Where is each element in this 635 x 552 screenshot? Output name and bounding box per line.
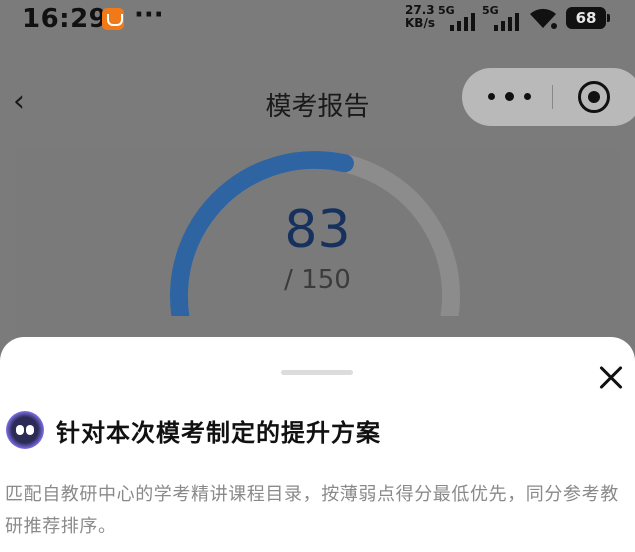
shopping-app-icon [102,8,124,30]
capsule-divider [552,85,553,109]
ai-robot-icon [6,411,44,449]
signal-icon: 5G [438,4,478,31]
status-bar: 16:29 ··· 27.3 KB/s 5G 5G 68 [0,0,635,40]
status-time: 16:29 [22,4,108,34]
notification-more-icon: ··· [134,0,164,30]
improvement-plan-sheet: 针对本次模考制定的提升方案 匹配自教研中心的学考精讲课程目录，按薄弱点得分最低优… [0,337,635,552]
battery-icon: 68 [566,7,610,29]
more-options-icon[interactable] [488,85,534,109]
plan-description: 匹配自教研中心的学考精讲课程目录，按薄弱点得分最低优先，同分参考教研推荐排序。 [5,484,619,537]
score-total: / 150 [284,265,351,295]
sheet-drag-handle[interactable] [281,370,353,375]
mini-program-capsule [462,68,635,126]
close-mini-program-icon[interactable] [578,81,610,113]
signal-icon-2: 5G [482,4,522,31]
score-value: 83 [284,200,351,260]
network-speed-unit: KB/s [405,16,435,30]
network-speed: 27.3 KB/s [405,4,441,30]
plan-title: 针对本次模考制定的提升方案 [56,419,381,447]
close-icon[interactable] [594,361,628,395]
wifi-icon [530,8,557,29]
